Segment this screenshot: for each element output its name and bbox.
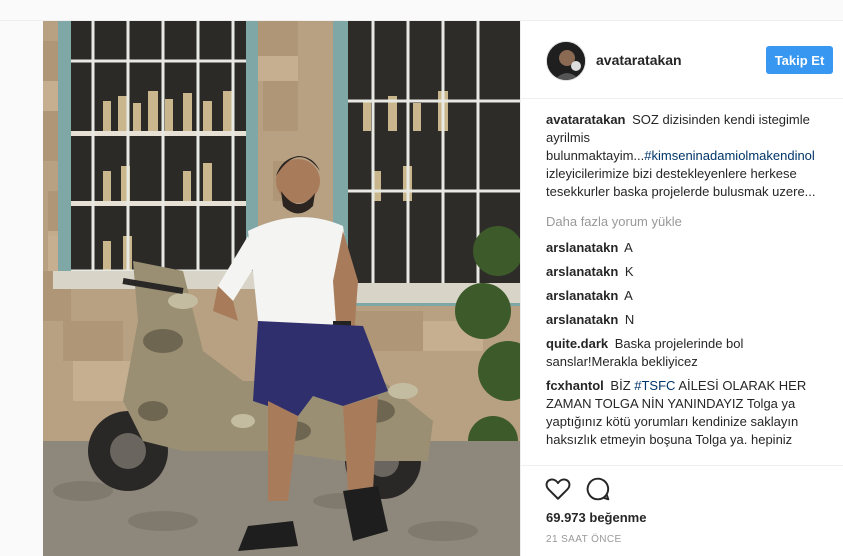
caption: avataratakan SOZ dizisinden kendi istegi… bbox=[546, 111, 826, 201]
heart-icon[interactable] bbox=[545, 476, 571, 502]
comment-hashtag[interactable]: #TSFC bbox=[634, 378, 675, 393]
photo-illustration bbox=[43, 21, 520, 556]
comment-text: K bbox=[624, 264, 634, 279]
comment-text: A bbox=[624, 288, 633, 303]
post-timestamp[interactable]: 21 SAAT ÖNCE bbox=[546, 534, 622, 545]
comment-text: N bbox=[624, 312, 635, 327]
like-count[interactable]: 69.973 beğenme bbox=[546, 510, 646, 525]
comment-item: fcxhantol BİZ #TSFC AİLESİ OLARAK HER ZA… bbox=[546, 377, 826, 449]
comment-username[interactable]: quite.dark bbox=[546, 336, 608, 351]
comment-text-1: BİZ bbox=[610, 378, 635, 393]
comment-username[interactable]: arslanatakn bbox=[546, 264, 618, 279]
comment-item: arslanatakn A bbox=[546, 239, 826, 257]
caption-username[interactable]: avataratakan bbox=[546, 112, 626, 127]
comment-item: quite.dark Baska projelerinde bol sansla… bbox=[546, 335, 826, 371]
caption-hashtag[interactable]: #kimseninadamiolmakendinol bbox=[644, 148, 815, 163]
load-more-comments-link[interactable]: Daha fazla yorum yükle bbox=[546, 213, 826, 231]
post-username[interactable]: avataratakan bbox=[596, 52, 682, 68]
comment-item: arslanatakn K bbox=[546, 263, 826, 281]
avatar[interactable] bbox=[546, 41, 586, 81]
post-side-panel: avataratakan Takip Et avataratakan SOZ d… bbox=[520, 21, 843, 556]
comment-username[interactable]: fcxhantol bbox=[546, 378, 604, 393]
caption-text-2: izleyicilerimize bizi destekleyenlere he… bbox=[546, 166, 816, 199]
comment-username[interactable]: arslanatakn bbox=[546, 240, 618, 255]
comment-item: arslanatakn A bbox=[546, 287, 826, 305]
avatar-image bbox=[547, 42, 585, 80]
post-header: avataratakan Takip Et bbox=[521, 21, 843, 99]
top-bar bbox=[0, 0, 843, 21]
comment-text: A bbox=[624, 240, 633, 255]
post-actions: 69.973 beğenme 21 SAAT ÖNCE bbox=[521, 465, 843, 556]
follow-button[interactable]: Takip Et bbox=[766, 46, 833, 74]
comment-username[interactable]: arslanatakn bbox=[546, 312, 618, 327]
comment-username[interactable]: arslanatakn bbox=[546, 288, 618, 303]
comment-bubble-icon[interactable] bbox=[585, 476, 611, 502]
comment-item: arslanatakn N bbox=[546, 311, 826, 329]
post-photo[interactable] bbox=[43, 21, 520, 556]
comments-list: avataratakan SOZ dizisinden kendi istegi… bbox=[546, 111, 826, 461]
